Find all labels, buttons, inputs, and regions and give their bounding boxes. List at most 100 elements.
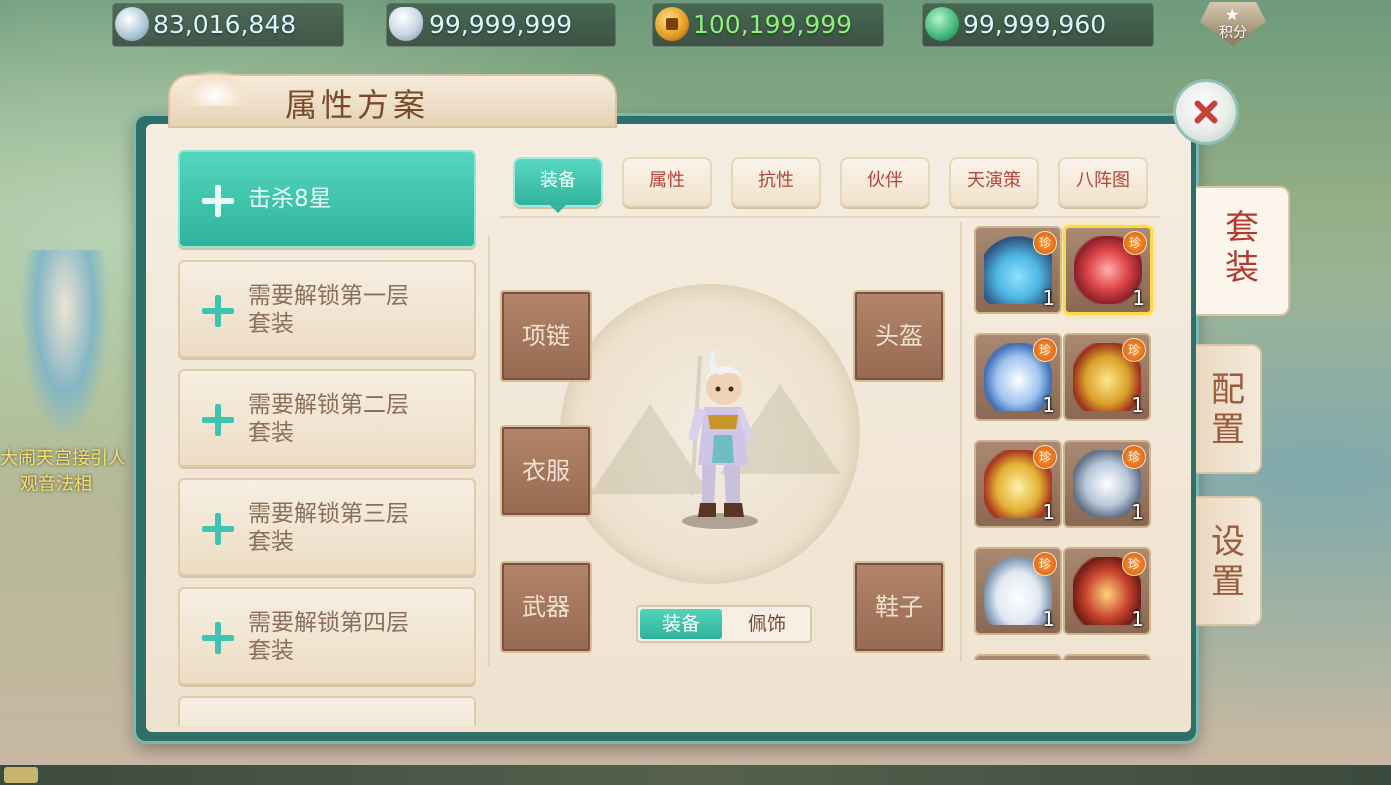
divider <box>488 236 490 666</box>
accessory-option[interactable]: 佩饰 <box>726 609 808 639</box>
scheme-label-line2: 套装 <box>248 420 294 446</box>
scheme-label: 击杀8星 <box>248 186 332 212</box>
scheme-item-locked-1[interactable]: 需要解锁第一层 套装 <box>178 260 476 358</box>
weapon-slot[interactable]: 武器 <box>500 561 592 653</box>
item-count: 1 <box>1042 500 1055 524</box>
scheme-label: 需要解锁第四层 套装 <box>248 609 458 665</box>
lotus-decoration <box>180 70 250 106</box>
rare-badge: 珍 <box>1123 231 1147 255</box>
copper-amount: 100,199,999 <box>693 10 853 39</box>
tab-attributes[interactable]: 属性 <box>622 157 712 207</box>
side-tab-set[interactable]: 套 装 <box>1196 186 1290 316</box>
shoes-slot[interactable]: 鞋子 <box>853 561 945 653</box>
divider <box>500 216 1160 218</box>
item-count: 1 <box>1042 607 1055 631</box>
scheme-item-locked-5[interactable] <box>178 696 476 726</box>
scheme-label-line1: 需要解锁第三层 <box>248 501 409 527</box>
copper-coin-icon <box>655 7 689 41</box>
item-count: 1 <box>1131 393 1144 417</box>
scheme-item-kill-8-star[interactable]: 击杀8星 <box>178 150 476 248</box>
side-tab-settings[interactable]: 设 置 <box>1196 496 1262 626</box>
item-silver-boots[interactable]: 珍 1 <box>974 547 1062 635</box>
item-count: 1 <box>1132 286 1145 310</box>
side-tab-config[interactable]: 配 置 <box>1196 344 1262 474</box>
tab-equipment[interactable]: 装备 <box>513 157 603 207</box>
npc-figure <box>20 250 110 440</box>
scheme-item-locked-4[interactable]: 需要解锁第四层 套装 <box>178 587 476 685</box>
scheme-item-locked-2[interactable]: 需要解锁第二层 套装 <box>178 369 476 467</box>
scheme-list[interactable]: 击杀8星 需要解锁第一层 套装 需要解锁第二层 套装 需要解锁第三层 套装 需要… <box>170 148 480 726</box>
item-ruby-necklace[interactable]: 珍 1 <box>1063 225 1153 315</box>
silver-currency: 83,016,848 <box>112 3 344 47</box>
npc-name: 大闹天宫接引人 <box>0 448 126 469</box>
rare-badge: 珍 <box>1033 552 1057 576</box>
silver-coin-icon <box>115 7 149 41</box>
divider <box>960 222 962 662</box>
rare-badge: 珍 <box>1033 445 1057 469</box>
clothes-slot[interactable]: 衣服 <box>500 425 592 517</box>
close-button[interactable] <box>1176 82 1236 142</box>
helmet-slot[interactable]: 头盔 <box>853 290 945 382</box>
item-count: 1 <box>1131 500 1144 524</box>
jade-plus-icon[interactable] <box>925 7 959 41</box>
scheme-label-line2: 套装 <box>248 638 294 664</box>
necklace-slot[interactable]: 项链 <box>500 290 592 382</box>
side-tab-set-char1: 套 <box>1225 208 1259 248</box>
ingot-amount: 99,999,999 <box>429 10 573 39</box>
side-tab-settings-char1: 设 <box>1211 522 1245 562</box>
silver-amount: 83,016,848 <box>153 10 297 39</box>
tab-tianyance[interactable]: 天演策 <box>949 157 1039 207</box>
plus-icon <box>202 513 234 545</box>
side-tab-settings-char2: 置 <box>1211 562 1245 602</box>
character-model[interactable] <box>668 345 768 530</box>
item-count: 1 <box>1042 286 1055 310</box>
item-silver-helmet[interactable]: 珍 1 <box>1063 440 1151 528</box>
side-tab-config-char1: 配 <box>1211 370 1245 410</box>
item-grid[interactable]: 珍 1 珍 1 珍 1 珍 1 珍 1 珍 1 珍 1 珍 1 <box>968 222 1158 660</box>
scheme-label-line1: 需要解锁第一层 <box>248 283 409 309</box>
item-necklace[interactable]: 珍 1 <box>974 226 1062 314</box>
side-tab-set-char2: 装 <box>1225 248 1259 288</box>
score-button[interactable]: ★ 积分 <box>1200 2 1266 46</box>
item-gold-armor[interactable]: 珍 1 <box>1063 333 1151 421</box>
rare-badge: 珍 <box>1122 445 1146 469</box>
jade-amount: 99,999,960 <box>963 10 1107 39</box>
scheme-label-line2: 套装 <box>248 529 294 555</box>
copper-currency: 100,199,999 <box>652 3 884 47</box>
scheme-label: 需要解锁第二层 套装 <box>248 391 458 447</box>
tab-bazhentu[interactable]: 八阵图 <box>1058 157 1148 207</box>
scheme-label-line1: 需要解锁第四层 <box>248 610 409 636</box>
tab-pointer <box>548 203 568 213</box>
page-title: 属性方案 <box>285 86 430 124</box>
rare-badge: 珍 <box>1033 231 1057 255</box>
plus-icon <box>202 295 234 327</box>
rare-badge: 珍 <box>1122 552 1146 576</box>
side-tab-config-char2: 置 <box>1211 410 1245 450</box>
item-red-gold-armor[interactable]: 珍 1 <box>1063 547 1151 635</box>
silver-ingot-icon <box>389 7 423 41</box>
jade-currency[interactable]: 99,999,960 <box>922 3 1154 47</box>
scheme-label-line2: 套装 <box>248 311 294 337</box>
equip-option[interactable]: 装备 <box>640 609 722 639</box>
item-partial[interactable] <box>974 654 1062 660</box>
currency-bar: 83,016,848 99,999,999 100,199,999 99,999… <box>0 0 1391 48</box>
item-count: 1 <box>1042 393 1055 417</box>
tab-partner[interactable]: 伙伴 <box>840 157 930 207</box>
plus-icon <box>202 404 234 436</box>
rare-badge: 珍 <box>1033 338 1057 362</box>
plus-icon <box>202 185 234 217</box>
item-count: 1 <box>1131 607 1144 631</box>
exp-bar <box>4 767 38 783</box>
scheme-label-line1: 需要解锁第二层 <box>248 392 409 418</box>
item-blue-robe[interactable]: 珍 1 <box>974 333 1062 421</box>
scheme-item-locked-3[interactable]: 需要解锁第三层 套装 <box>178 478 476 576</box>
bottom-bar <box>0 765 1391 785</box>
item-partial[interactable] <box>1063 654 1151 660</box>
item-gold-helmet[interactable]: 珍 1 <box>974 440 1062 528</box>
plus-icon <box>202 622 234 654</box>
ingot-currency: 99,999,999 <box>386 3 616 47</box>
rare-badge: 珍 <box>1122 338 1146 362</box>
scheme-label: 需要解锁第一层 套装 <box>248 282 458 338</box>
equip-accessory-toggle[interactable]: 装备 佩饰 <box>636 605 812 643</box>
tab-resistance[interactable]: 抗性 <box>731 157 821 207</box>
